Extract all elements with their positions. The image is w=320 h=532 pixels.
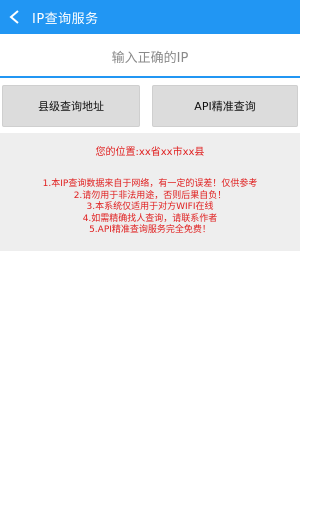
back-button[interactable] <box>0 0 30 34</box>
ip-input[interactable] <box>50 43 250 73</box>
notice-item: 4.如需精确找人查询，请联系作者 <box>82 213 218 224</box>
ip-input-container <box>0 40 300 78</box>
page-title: IP查询服务 <box>32 11 99 27</box>
county-lookup-button[interactable]: 县级查询地址 <box>2 85 140 127</box>
notice-item: 1.本IP查询数据来自于网络，有一定的误差！仅供参考 <box>42 179 258 189</box>
info-panel: 您的位置:xx省xx市xx县 1.本IP查询数据来自于网络，有一定的误差！仅供参… <box>0 133 300 251</box>
api-precise-query-button[interactable]: API精准查询 <box>152 85 298 127</box>
notice-item: 2.请勿用于非法用途，否则后果自负！ <box>73 190 227 201</box>
location-text: 您的位置:xx省xx市xx县 <box>95 147 205 158</box>
arrow-left-icon <box>9 10 19 24</box>
notice-item: 5.API精准查询服务完全免费！ <box>89 225 211 235</box>
notice-list: 1.本IP查询数据来自于网络，有一定的误差！仅供参考 2.请勿用于非法用途，否则… <box>0 179 300 237</box>
app-bar: IP查询服务 <box>0 0 300 34</box>
notice-item: 3.本系统仅适用于对方WIFI在线 <box>86 202 214 212</box>
